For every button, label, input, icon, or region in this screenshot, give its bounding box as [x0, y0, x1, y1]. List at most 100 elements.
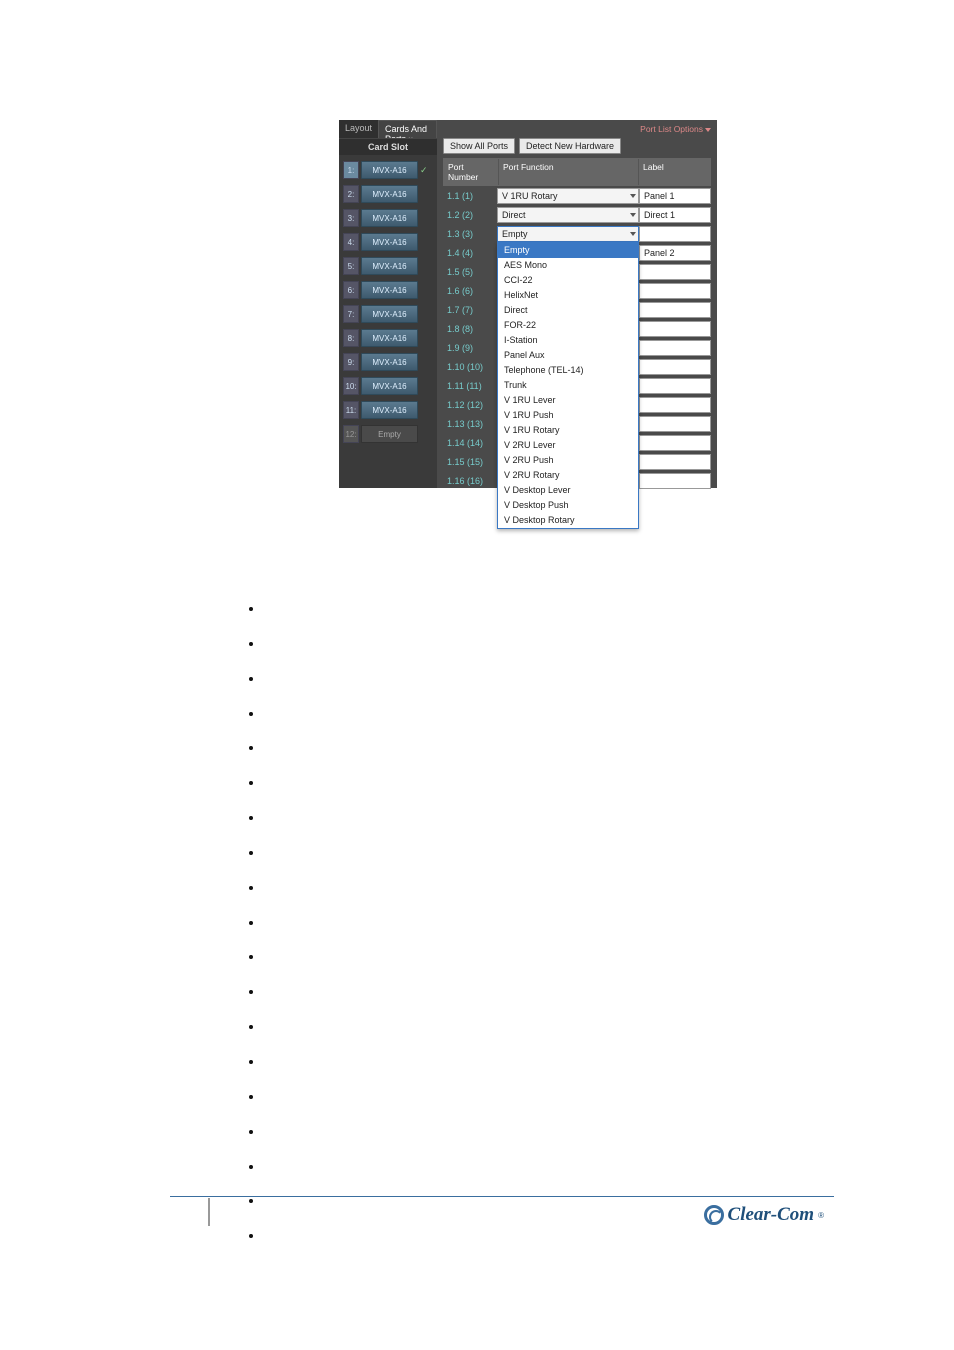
menu-option[interactable]: V 1RU Push — [498, 408, 638, 423]
port-label-input[interactable] — [639, 359, 711, 375]
port-number: 1.6 (6) — [443, 286, 497, 296]
logo-text: Clear-Com — [728, 1204, 815, 1226]
slot-card-button[interactable]: MVX-A16 — [361, 401, 418, 419]
port-label-input[interactable]: Panel 2 — [639, 245, 711, 261]
menu-option[interactable]: V Desktop Rotary — [498, 513, 638, 528]
port-label-input[interactable] — [639, 340, 711, 356]
slot-card-button[interactable]: MVX-A16 — [361, 329, 418, 347]
menu-option[interactable]: FOR-22 — [498, 318, 638, 333]
port-list-options-link[interactable]: Port List Options — [640, 124, 711, 134]
port-label-input[interactable] — [639, 302, 711, 318]
card-slot-row[interactable]: 6: MVX-A16 ✓ — [343, 281, 430, 299]
tab-cards-and-ports[interactable]: Cards And Ports× — [378, 120, 437, 138]
slot-number: 2: — [343, 185, 359, 203]
port-label-input[interactable] — [639, 473, 711, 489]
slot-number: 5: — [343, 257, 359, 275]
list-item — [264, 774, 776, 793]
document-body — [216, 600, 776, 1262]
registered-mark: ® — [818, 1211, 824, 1220]
menu-option[interactable]: V Desktop Push — [498, 498, 638, 513]
list-item — [264, 914, 776, 933]
card-slot-row[interactable]: 10: MVX-A16 ✓ — [343, 377, 430, 395]
card-slot-row[interactable]: 7: MVX-A16 ✓ — [343, 305, 430, 323]
port-number: 1.15 (15) — [443, 457, 497, 467]
slot-card-button[interactable]: Empty — [361, 425, 418, 443]
port-function-value: Direct — [502, 210, 526, 220]
card-slot-row[interactable]: 4: MVX-A16 ✓ — [343, 233, 430, 251]
port-function-dropdown[interactable]: Empty — [497, 226, 639, 242]
col-label: Label — [638, 159, 710, 185]
port-label-input[interactable] — [639, 378, 711, 394]
col-port-function: Port Function — [498, 159, 638, 185]
card-slot-row[interactable]: 8: MVX-A16 ✓ — [343, 329, 430, 347]
detect-new-hardware-button[interactable]: Detect New Hardware — [519, 138, 621, 154]
menu-option[interactable]: CCI-22 — [498, 273, 638, 288]
port-label-input[interactable] — [639, 321, 711, 337]
slot-card-button[interactable]: MVX-A16 — [361, 281, 418, 299]
port-label-value: Panel 2 — [644, 248, 675, 258]
port-grid: 1.1 (1) V 1RU Rotary Panel 1 1.2 (2) Dir… — [443, 186, 711, 490]
port-function-dropdown[interactable]: Direct — [497, 207, 639, 223]
slot-card-button[interactable]: MVX-A16 — [361, 305, 418, 323]
menu-option[interactable]: V 1RU Lever — [498, 393, 638, 408]
menu-option[interactable]: V 1RU Rotary — [498, 423, 638, 438]
port-label-input[interactable] — [639, 226, 711, 242]
card-slot-row[interactable]: 1: MVX-A16 ✓ — [343, 161, 430, 179]
port-label-input[interactable] — [639, 283, 711, 299]
port-number: 1.2 (2) — [443, 210, 497, 220]
port-number: 1.5 (5) — [443, 267, 497, 277]
card-slot-row[interactable]: 5: MVX-A16 ✓ — [343, 257, 430, 275]
card-slot-row[interactable]: 11: MVX-A16 ✓ — [343, 401, 430, 419]
chevron-down-icon — [630, 232, 636, 236]
menu-option[interactable]: V 2RU Lever — [498, 438, 638, 453]
slot-card-button[interactable]: MVX-A16 — [361, 161, 418, 179]
menu-option[interactable]: Telephone (TEL-14) — [498, 363, 638, 378]
menu-option[interactable]: V 2RU Rotary — [498, 468, 638, 483]
logo-icon — [704, 1205, 724, 1225]
menu-option[interactable]: Direct — [498, 303, 638, 318]
card-slot-row[interactable]: 9: MVX-A16 ✓ — [343, 353, 430, 371]
card-slot-row[interactable]: 3: MVX-A16 ✓ — [343, 209, 430, 227]
card-slot-row[interactable]: 12: Empty ✓ — [343, 425, 430, 443]
menu-option[interactable]: Panel Aux — [498, 348, 638, 363]
list-item — [264, 670, 776, 689]
port-label-input[interactable] — [639, 435, 711, 451]
port-number: 1.16 (16) — [443, 476, 497, 486]
slot-card-button[interactable]: MVX-A16 — [361, 377, 418, 395]
port-label-input[interactable]: Panel 1 — [639, 188, 711, 204]
slot-number: 1: — [343, 161, 359, 179]
port-label-input[interactable] — [639, 397, 711, 413]
card-slot-header: Card Slot — [339, 138, 437, 155]
port-function-dropdown[interactable]: V 1RU Rotary — [497, 188, 639, 204]
slot-card-button[interactable]: MVX-A16 — [361, 185, 418, 203]
port-label-input[interactable] — [639, 416, 711, 432]
tab-layout[interactable]: Layout — [339, 120, 378, 138]
menu-option[interactable]: Empty — [498, 243, 638, 258]
slot-number: 7: — [343, 305, 359, 323]
list-item — [264, 879, 776, 898]
slot-card-button[interactable]: MVX-A16 — [361, 257, 418, 275]
slot-card-button[interactable]: MVX-A16 — [361, 209, 418, 227]
slot-number: 3: — [343, 209, 359, 227]
list-item — [264, 635, 776, 654]
slot-card-button[interactable]: MVX-A16 — [361, 233, 418, 251]
menu-option[interactable]: I-Station — [498, 333, 638, 348]
port-label-input[interactable] — [639, 264, 711, 280]
slot-number: 9: — [343, 353, 359, 371]
card-slot-row[interactable]: 2: MVX-A16 ✓ — [343, 185, 430, 203]
port-number: 1.13 (13) — [443, 419, 497, 429]
menu-option[interactable]: V 2RU Push — [498, 453, 638, 468]
menu-option[interactable]: HelixNet — [498, 288, 638, 303]
slot-card-button[interactable]: MVX-A16 — [361, 353, 418, 371]
show-all-ports-button[interactable]: Show All Ports — [443, 138, 515, 154]
slot-number: 8: — [343, 329, 359, 347]
menu-option[interactable]: Trunk — [498, 378, 638, 393]
port-number: 1.10 (10) — [443, 362, 497, 372]
menu-option[interactable]: AES Mono — [498, 258, 638, 273]
chevron-down-icon — [705, 128, 711, 132]
port-label-input[interactable]: Direct 1 — [639, 207, 711, 223]
port-toolbar: Show All Ports Detect New Hardware — [443, 138, 717, 154]
port-label-input[interactable] — [639, 454, 711, 470]
menu-option[interactable]: V Desktop Lever — [498, 483, 638, 498]
port-number: 1.11 (11) — [443, 381, 497, 391]
